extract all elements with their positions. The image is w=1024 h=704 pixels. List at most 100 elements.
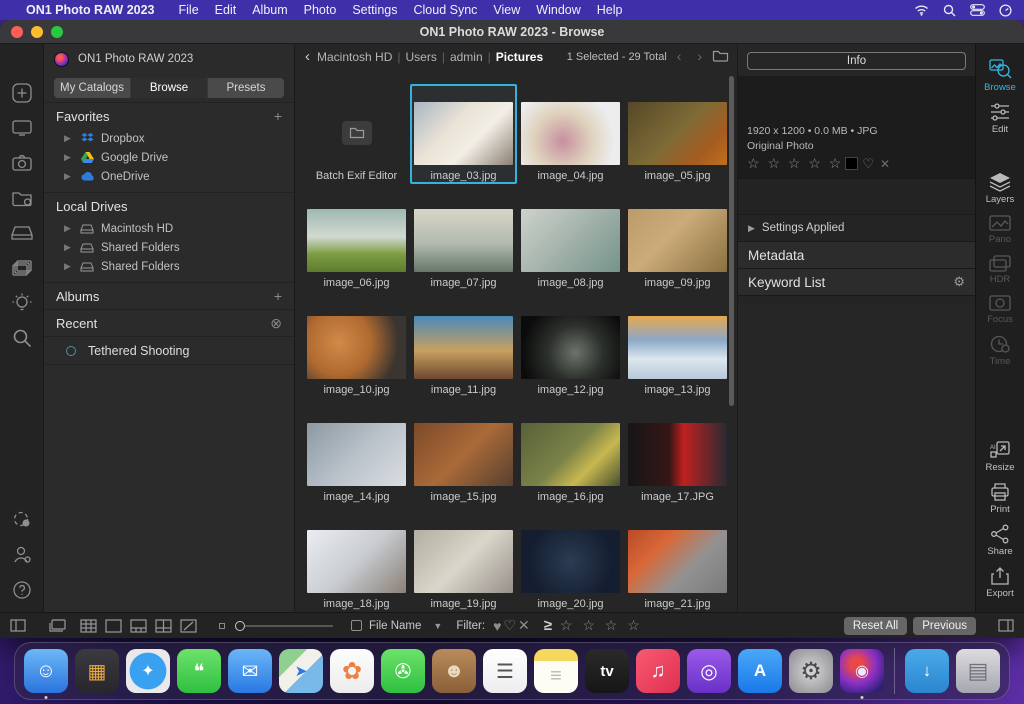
dock-notes-icon[interactable]: ≡ bbox=[534, 649, 578, 693]
dock-facetime-icon[interactable]: ✇ bbox=[381, 649, 425, 693]
detail-view-icon[interactable] bbox=[180, 618, 197, 633]
dock-messages-icon[interactable]: ❝ bbox=[177, 649, 221, 693]
tool-resize[interactable]: AI Resize bbox=[985, 440, 1015, 473]
module-hdr[interactable]: HDR bbox=[988, 254, 1012, 285]
chevron-right-icon[interactable]: ▶ bbox=[64, 223, 78, 234]
dock-appletv-icon[interactable]: tv bbox=[585, 649, 629, 693]
tab-my-catalogs[interactable]: My Catalogs bbox=[54, 78, 131, 98]
sidebar-item-shared-folders-2[interactable]: ▶ Shared Folders bbox=[44, 257, 294, 276]
import-folder-icon[interactable] bbox=[9, 185, 35, 211]
module-browse[interactable]: Browse bbox=[984, 58, 1016, 93]
dock-music-icon[interactable]: ♫ bbox=[636, 649, 680, 693]
lightbulb-icon[interactable] bbox=[9, 290, 35, 316]
gear-icon[interactable]: ⚙ bbox=[953, 274, 965, 290]
display-icon[interactable] bbox=[9, 115, 35, 141]
grid-view-icon[interactable] bbox=[80, 618, 97, 633]
menu-help[interactable]: Help bbox=[597, 3, 623, 17]
color-label-swatch[interactable] bbox=[845, 157, 859, 170]
metadata-section-header[interactable]: Metadata bbox=[738, 241, 975, 268]
grid-cell-folder[interactable]: Batch Exif Editor bbox=[303, 84, 410, 184]
toggle-left-panel-icon[interactable] bbox=[10, 619, 26, 632]
photo-view-icon[interactable] bbox=[105, 618, 122, 633]
dock-system-settings-icon[interactable]: ⚙ bbox=[789, 649, 833, 693]
minimize-window-button[interactable] bbox=[31, 25, 43, 38]
chevron-right-icon[interactable]: ▶ bbox=[64, 171, 78, 182]
tab-presets[interactable]: Presets bbox=[208, 78, 284, 98]
grid-cell-image[interactable]: image_11.jpg bbox=[410, 298, 517, 398]
camera-icon[interactable] bbox=[9, 150, 35, 176]
grid-cell-image[interactable]: image_05.jpg bbox=[624, 84, 731, 184]
dock-appstore-icon[interactable]: A bbox=[738, 649, 782, 693]
dock-finder-icon[interactable]: ☺ bbox=[24, 649, 68, 699]
grid-cell-image[interactable]: image_15.jpg bbox=[410, 405, 517, 505]
sidebar-item-google-drive[interactable]: ▶ Google Drive bbox=[44, 148, 294, 167]
grid-cell-image[interactable]: image_17.JPG bbox=[624, 405, 731, 505]
grid-cell-image[interactable]: image_21.jpg bbox=[624, 512, 731, 612]
grid-cell-image[interactable]: image_18.jpg bbox=[303, 512, 410, 612]
close-window-button[interactable] bbox=[11, 25, 23, 38]
grid-cell-image[interactable]: image_14.jpg bbox=[303, 405, 410, 505]
menu-app-name[interactable]: ON1 Photo RAW 2023 bbox=[26, 3, 155, 17]
dock-mail-icon[interactable]: ✉ bbox=[228, 649, 272, 693]
grid-cell-image[interactable]: image_10.jpg bbox=[303, 298, 410, 398]
module-edit[interactable]: Edit bbox=[989, 102, 1011, 135]
filmstrip-view-icon[interactable] bbox=[130, 618, 147, 633]
module-pano[interactable]: Pano bbox=[988, 214, 1012, 245]
chevron-right-icon[interactable]: ▶ bbox=[64, 242, 78, 253]
module-time[interactable]: Time bbox=[989, 334, 1011, 367]
reject-icon[interactable]: ✕ bbox=[880, 157, 892, 171]
dock-safari-icon[interactable]: ✦ bbox=[126, 649, 170, 693]
drive-icon[interactable] bbox=[9, 220, 35, 246]
grid-cell-image[interactable]: image_03.jpg bbox=[410, 84, 517, 184]
sidebar-item-onedrive[interactable]: ▶ OneDrive bbox=[44, 167, 294, 186]
window-titlebar[interactable]: ON1 Photo RAW 2023 - Browse bbox=[0, 20, 1024, 44]
menu-album[interactable]: Album bbox=[252, 3, 287, 17]
info-button[interactable]: Info bbox=[747, 52, 966, 70]
chevron-right-icon[interactable]: ▶ bbox=[64, 133, 78, 144]
chevron-right-icon[interactable]: ▶ bbox=[64, 152, 78, 163]
breadcrumb[interactable]: Macintosh HD | Users | admin | Pictures bbox=[317, 50, 543, 64]
sidebar-item-shared-folders-1[interactable]: ▶ Shared Folders bbox=[44, 238, 294, 257]
grid-cell-image[interactable]: image_09.jpg bbox=[624, 191, 731, 291]
clear-recent-button[interactable]: ⊗ bbox=[270, 315, 282, 332]
filter-rejected-icon[interactable]: ✕ bbox=[518, 617, 532, 634]
breadcrumb-part[interactable]: Users bbox=[405, 50, 436, 64]
dock-launchpad-icon[interactable]: ▦ bbox=[75, 649, 119, 693]
add-album-button[interactable]: + bbox=[274, 288, 282, 304]
chevron-right-icon[interactable]: ▶ bbox=[64, 261, 78, 272]
tool-share[interactable]: Share bbox=[987, 524, 1013, 557]
menu-window[interactable]: Window bbox=[536, 3, 580, 17]
zoom-window-button[interactable] bbox=[51, 25, 63, 38]
grid-cell-image[interactable]: image_20.jpg bbox=[517, 512, 624, 612]
filter-star-rating[interactable]: ☆ ☆ ☆ ☆ bbox=[560, 617, 643, 634]
grid-cell-image[interactable]: image_06.jpg bbox=[303, 191, 410, 291]
tab-browse[interactable]: Browse bbox=[131, 78, 208, 98]
menu-edit[interactable]: Edit bbox=[215, 3, 237, 17]
dock-downloads-icon[interactable]: ↓ bbox=[905, 649, 949, 693]
duplicate-icon[interactable] bbox=[9, 255, 35, 281]
sync-status-icon[interactable] bbox=[9, 507, 35, 533]
help-icon[interactable] bbox=[9, 577, 35, 603]
wifi-icon[interactable] bbox=[914, 4, 929, 16]
breadcrumb-part[interactable]: Macintosh HD bbox=[317, 50, 392, 64]
menu-file[interactable]: File bbox=[179, 3, 199, 17]
grid-cell-image[interactable]: image_12.jpg bbox=[517, 298, 624, 398]
filter-liked-icon[interactable]: ♥ bbox=[493, 618, 503, 634]
control-center-icon[interactable] bbox=[970, 4, 985, 16]
menu-view[interactable]: View bbox=[493, 3, 520, 17]
dock-photos-icon[interactable]: ✿ bbox=[330, 649, 374, 693]
grid-cell-image[interactable]: image_08.jpg bbox=[517, 191, 624, 291]
dock-trash-icon[interactable]: ▤ bbox=[956, 649, 1000, 693]
dock-reminders-icon[interactable]: ☰ bbox=[483, 649, 527, 693]
slider-knob[interactable] bbox=[235, 620, 245, 631]
filter-not-liked-icon[interactable]: ♡ bbox=[503, 617, 518, 634]
menu-photo[interactable]: Photo bbox=[304, 3, 337, 17]
spotlight-search-icon[interactable] bbox=[943, 4, 956, 17]
reset-all-button[interactable]: Reset All bbox=[843, 616, 908, 635]
slider-track[interactable] bbox=[245, 624, 333, 627]
rating-gte-icon[interactable]: ≥ bbox=[544, 617, 552, 634]
sidebar-item-dropbox[interactable]: ▶ Dropbox bbox=[44, 129, 294, 148]
clock-icon[interactable] bbox=[999, 3, 1012, 17]
menu-cloud-sync[interactable]: Cloud Sync bbox=[413, 3, 477, 17]
grid-cell-image[interactable]: image_19.jpg bbox=[410, 512, 517, 612]
